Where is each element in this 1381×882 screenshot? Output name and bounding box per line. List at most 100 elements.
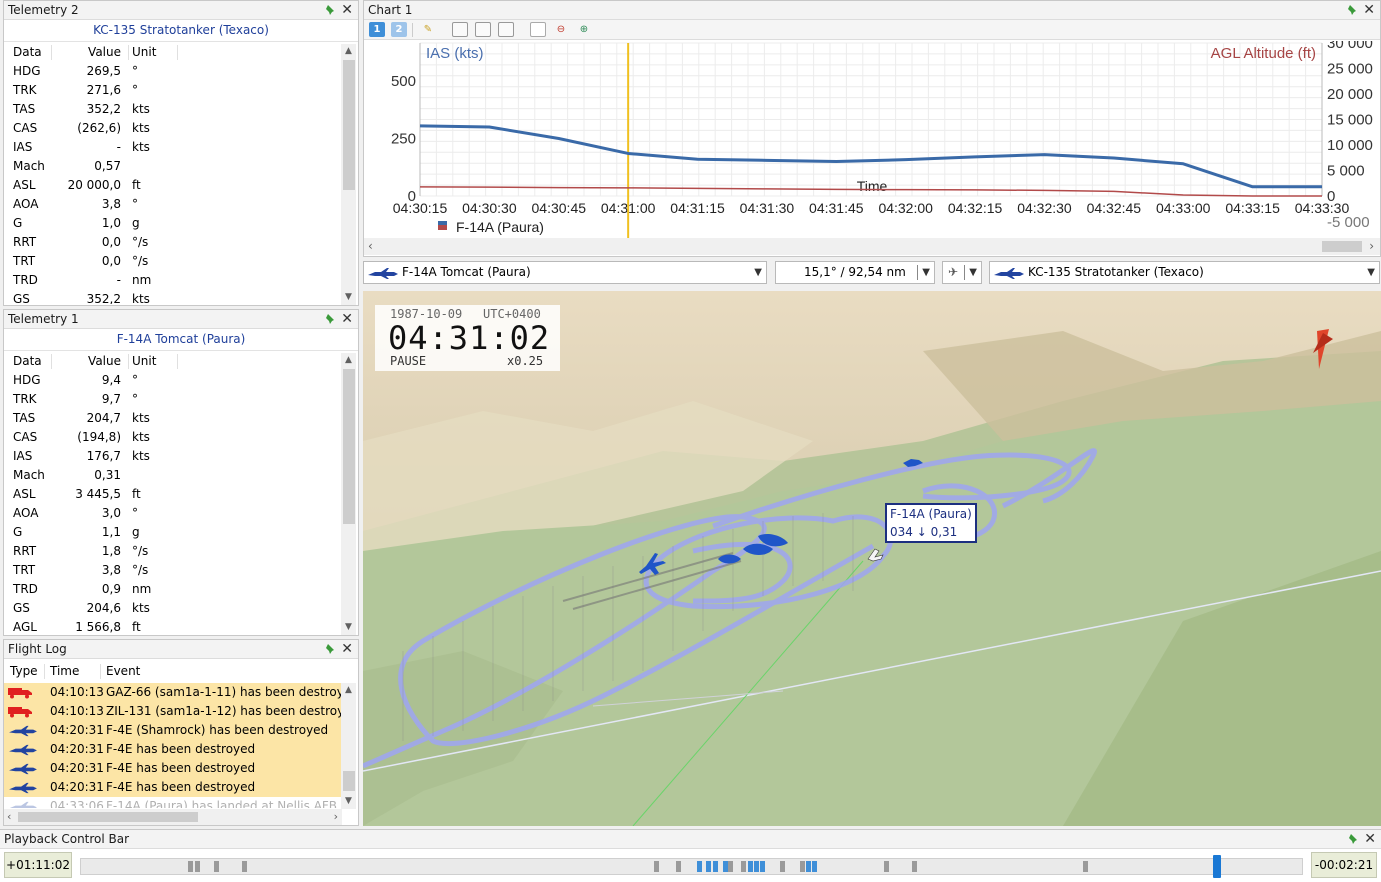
table-row[interactable]: TRT 0,0 °/s	[7, 252, 345, 271]
table-row[interactable]: TRK 9,7 °	[7, 390, 345, 409]
event-marker[interactable]	[760, 861, 765, 872]
zoom-in-icon[interactable]: ⊕	[576, 22, 592, 37]
event-marker[interactable]	[754, 861, 759, 872]
list-item[interactable]: 04:33:06 F-14A (Paura) has landed at Nell…	[4, 797, 342, 808]
scroll-down-icon[interactable]: ▼	[341, 620, 356, 635]
right-object-select[interactable]: KC-135 Stratotanker (Texaco) ▼	[989, 261, 1380, 284]
table-row[interactable]: GS 204,6 kts	[7, 599, 345, 618]
event-marker[interactable]	[188, 861, 193, 872]
list-item[interactable]: 04:20:31 F-4E has been destroyed	[4, 778, 342, 797]
header-data[interactable]: Data	[13, 352, 42, 371]
close-icon[interactable]: ✕	[1363, 1, 1375, 19]
chart-2-button[interactable]: 2	[391, 22, 407, 37]
timeline-cursor[interactable]	[1213, 855, 1222, 878]
table-row[interactable]: AGL 1 566,8 ft	[7, 618, 345, 634]
aircraft-label[interactable]: F-14A (Paura) 034 ↓ 0,31	[885, 503, 977, 543]
scroll-up-icon[interactable]: ▲	[341, 353, 356, 368]
close-icon[interactable]: ✕	[341, 1, 353, 19]
table-row[interactable]: ASL 20 000,0 ft	[7, 176, 345, 195]
scroll-up-icon[interactable]: ▲	[341, 683, 356, 698]
table-row[interactable]: AOA 3,8 °	[7, 195, 345, 214]
event-marker[interactable]	[195, 861, 200, 872]
scroll-right-icon[interactable]: ›	[1369, 239, 1374, 253]
scroll-thumb[interactable]	[1322, 241, 1362, 252]
table-row[interactable]: CAS (194,8) kts	[7, 428, 345, 447]
scroll-down-icon[interactable]: ▼	[341, 794, 356, 809]
chart-layout-icon[interactable]	[498, 22, 514, 37]
bearing-range-field[interactable]: 15,1° / 92,54 nm ▼	[775, 261, 935, 284]
table-row[interactable]: RRT 0,0 °/s	[7, 233, 345, 252]
header-type[interactable]: Type	[10, 662, 38, 681]
event-marker[interactable]	[728, 861, 733, 872]
event-marker[interactable]	[806, 861, 811, 872]
chart-layout-icon[interactable]	[452, 22, 468, 37]
scroll-left-icon[interactable]: ‹	[7, 810, 11, 823]
table-row[interactable]: Mach 0,57	[7, 157, 345, 176]
pin-icon[interactable]	[324, 4, 336, 16]
close-icon[interactable]: ✕	[1364, 830, 1376, 848]
event-marker[interactable]	[713, 861, 718, 872]
view-mode-button[interactable]: ✈ ▼	[942, 261, 982, 284]
table-row[interactable]: TRD 0,9 nm	[7, 580, 345, 599]
table-row[interactable]: TAS 204,7 kts	[7, 409, 345, 428]
event-marker[interactable]	[884, 861, 889, 872]
pin-icon[interactable]	[1346, 4, 1358, 16]
table-row[interactable]: ASL 3 445,5 ft	[7, 485, 345, 504]
chart-plot[interactable]: 500250030 00025 00020 00015 00010 0005 0…	[364, 41, 1380, 238]
table-row[interactable]: AOA 3,0 °	[7, 504, 345, 523]
remaining-time[interactable]: -00:02:21	[1311, 852, 1377, 878]
table-row[interactable]: G 1,0 g	[7, 214, 345, 233]
vertical-scrollbar[interactable]: ▲ ▼	[341, 683, 356, 809]
vertical-scrollbar[interactable]: ▲ ▼	[341, 353, 356, 635]
timeline-track[interactable]	[80, 858, 1303, 875]
pin-icon[interactable]	[1347, 833, 1359, 845]
scroll-right-icon[interactable]: ›	[334, 810, 338, 823]
table-row[interactable]: Mach 0,31	[7, 466, 345, 485]
left-object-select[interactable]: F-14A Tomcat (Paura) ▼	[363, 261, 767, 284]
table-row[interactable]: CAS (262,6) kts	[7, 119, 345, 138]
chevron-down-icon[interactable]: ▼	[969, 262, 977, 283]
chevron-down-icon[interactable]: ▼	[754, 262, 762, 283]
event-marker[interactable]	[706, 861, 711, 872]
table-row[interactable]: HDG 269,5 °	[7, 62, 345, 81]
close-icon[interactable]: ✕	[341, 640, 353, 658]
scroll-thumb[interactable]	[343, 60, 355, 190]
table-row[interactable]: TAS 352,2 kts	[7, 100, 345, 119]
header-time[interactable]: Time	[50, 662, 79, 681]
scroll-thumb[interactable]	[343, 369, 355, 524]
list-item[interactable]: 04:10:13 GAZ-66 (sam1a-1-11) has been des…	[4, 683, 342, 702]
chevron-down-icon[interactable]: ▼	[922, 262, 930, 283]
event-marker[interactable]	[654, 861, 659, 872]
table-row[interactable]: TRK 271,6 °	[7, 81, 345, 100]
scroll-down-icon[interactable]: ▼	[341, 290, 356, 305]
table-row[interactable]: TRT 3,8 °/s	[7, 561, 345, 580]
event-marker[interactable]	[214, 861, 219, 872]
header-data[interactable]: Data	[13, 43, 42, 62]
chevron-down-icon[interactable]: ▼	[1367, 262, 1375, 283]
chart-1-button[interactable]: 1	[369, 22, 385, 37]
list-item[interactable]: 04:10:13 ZIL-131 (sam1a-1-12) has been de…	[4, 702, 342, 721]
document-icon[interactable]	[530, 22, 546, 37]
list-item[interactable]: 04:20:31 F-4E has been destroyed	[4, 759, 342, 778]
event-marker[interactable]	[741, 861, 746, 872]
event-marker[interactable]	[780, 861, 785, 872]
header-event[interactable]: Event	[106, 662, 140, 681]
scroll-thumb[interactable]	[18, 812, 198, 822]
scroll-left-icon[interactable]: ‹	[368, 239, 373, 253]
event-marker[interactable]	[676, 861, 681, 872]
list-item[interactable]: 04:20:31 F-4E has been destroyed	[4, 740, 342, 759]
event-marker[interactable]	[697, 861, 702, 872]
chart-horizontal-scrollbar[interactable]: ‹ ›	[364, 238, 1380, 255]
event-marker[interactable]	[1083, 861, 1088, 872]
3d-view[interactable]: 1987-10-09 UTC+0400 04:31:02 PAUSE x0.25…	[363, 291, 1381, 826]
event-marker[interactable]	[912, 861, 917, 872]
event-marker[interactable]	[242, 861, 247, 872]
horizontal-scrollbar[interactable]: ‹ ›	[4, 809, 342, 825]
header-unit[interactable]: Unit	[132, 352, 156, 371]
list-item[interactable]: 04:20:31 F-4E (Shamrock) has been destroy…	[4, 721, 342, 740]
event-marker[interactable]	[748, 861, 753, 872]
event-marker[interactable]	[812, 861, 817, 872]
event-marker[interactable]	[800, 861, 805, 872]
table-row[interactable]: RRT 1,8 °/s	[7, 542, 345, 561]
pin-icon[interactable]	[324, 643, 336, 655]
